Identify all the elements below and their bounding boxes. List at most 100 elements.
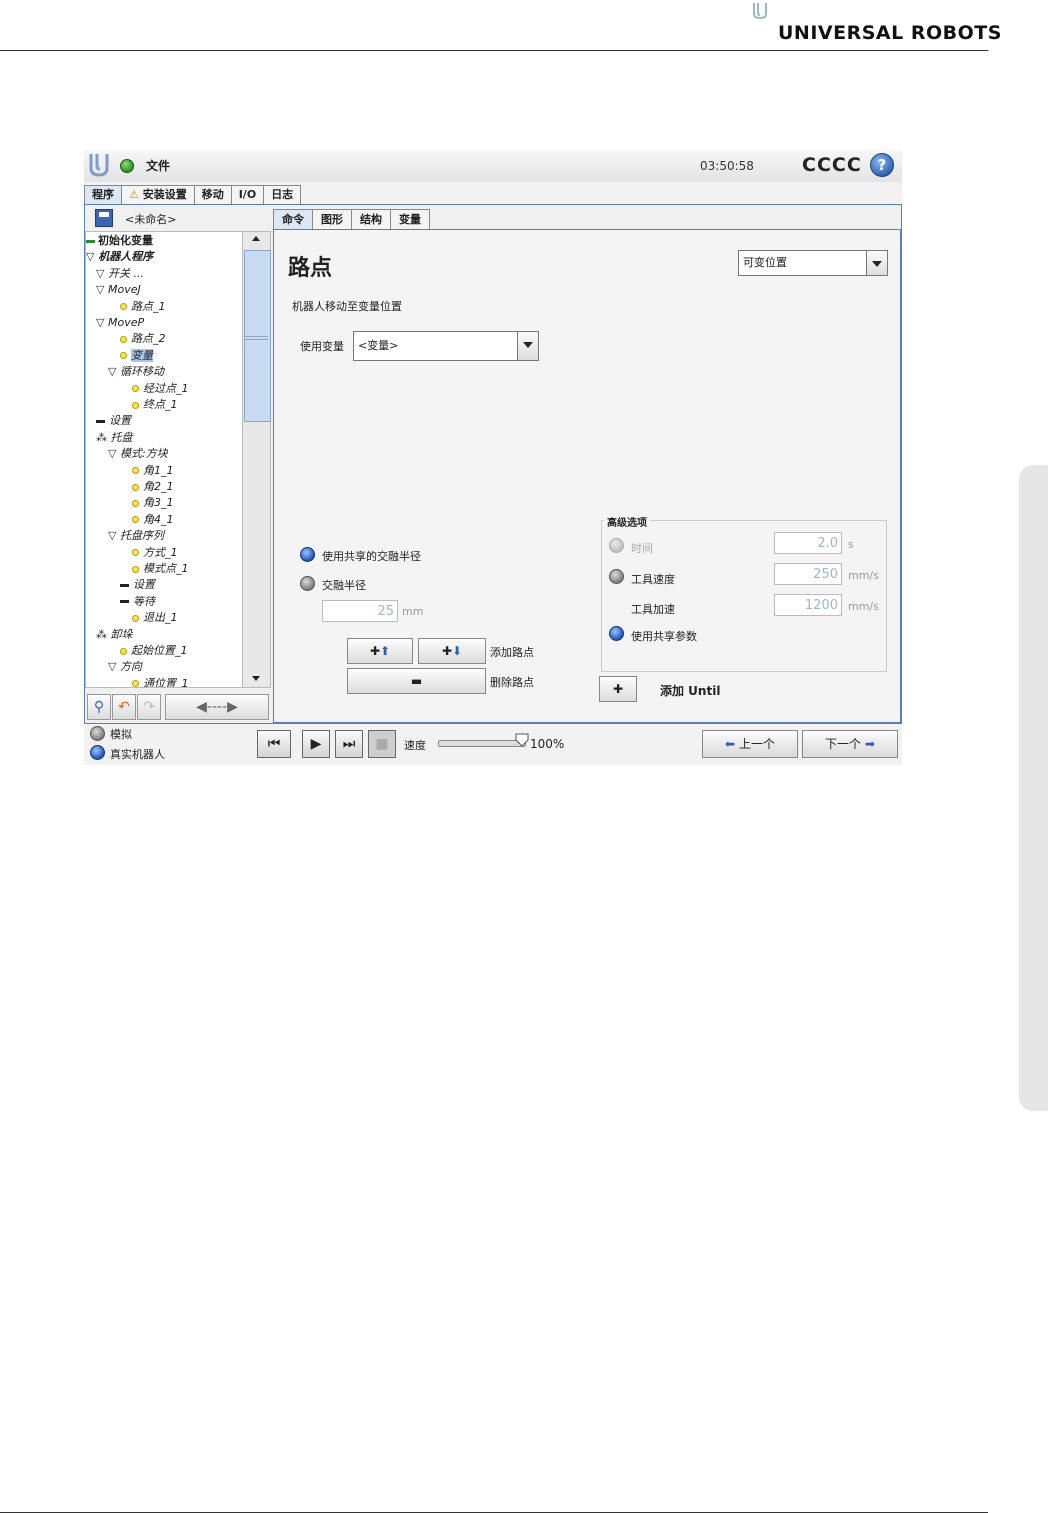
tree-node[interactable]: 模式点_1 [132, 561, 189, 577]
subtab-variables[interactable]: 变量 [390, 209, 430, 229]
subtab-command[interactable]: 命令 [273, 209, 313, 229]
undo-icon[interactable]: ↶ [112, 694, 136, 720]
time-label: 时间 [631, 542, 653, 555]
tree-node[interactable]: 路点_1 [120, 299, 166, 315]
help-icon[interactable]: ? [870, 153, 894, 177]
waypoint-type-select[interactable]: 可变位置 [738, 250, 888, 276]
previous-button[interactable]: ⬅ 上一个 [702, 730, 798, 758]
sub-tabs: 命令 图形 结构 变量 [273, 209, 430, 229]
add-after-button[interactable]: ✚⬇ [418, 638, 486, 664]
tree-node[interactable]: 方式_1 [132, 545, 178, 561]
tree-node[interactable]: ▽ 循环移动 [108, 364, 164, 380]
tree-node-label: 路点_1 [131, 299, 166, 313]
program-tree[interactable]: 初始化变量 ▽ 机器人程序 ▽ 开关 ... ▽ MoveJ 路点_1 ▽ MoveP 路点… [85, 231, 243, 688]
tree-node[interactable]: ▽ 机器人程序 [86, 249, 153, 265]
expand-triangle-icon: ▽ [108, 660, 120, 674]
tab-move[interactable]: 移动 [193, 185, 232, 204]
shared-blend-radio[interactable] [300, 547, 315, 562]
tab-installation[interactable]: ⚠ 安装设置 [121, 185, 195, 204]
tree-node[interactable]: 设置 [120, 577, 155, 593]
tree-node[interactable]: ▽ 模式:方块 [108, 446, 168, 462]
main-tabs: 程序 ⚠ 安装设置 移动 I/O 日志 [84, 185, 302, 204]
rewind-icon[interactable]: ⏮ [257, 730, 291, 758]
tree-node[interactable]: 经过点_1 [132, 381, 189, 397]
redo-icon[interactable]: ↷ [137, 694, 161, 720]
advanced-options-title: 高级选项 [604, 514, 650, 529]
tree-node[interactable]: 通位置_1 [132, 676, 189, 688]
scroll-down-icon[interactable] [252, 676, 260, 681]
real-robot-radio[interactable] [90, 745, 105, 760]
time-radio[interactable] [609, 538, 624, 553]
blend-radius-unit: mm [402, 605, 424, 618]
tree-node[interactable]: 角2_1 [132, 479, 174, 495]
waypoint-dot-icon [132, 401, 139, 409]
tree-node-label: 设置 [133, 578, 155, 592]
tool-speed-field[interactable]: 250 [774, 563, 842, 585]
tree-node[interactable]: ▽ 开关 ... [96, 266, 144, 282]
speed-slider[interactable] [438, 740, 526, 747]
tree-node[interactable]: 等待 [120, 594, 155, 610]
tree-node[interactable]: 路点_2 [120, 331, 166, 347]
file-menu[interactable]: 文件 [146, 157, 170, 174]
tree-node[interactable]: ⁂ 卸垛 [96, 627, 133, 643]
ur-logo-icon[interactable] [88, 152, 110, 178]
speed-value: 100% [530, 737, 565, 751]
next-button[interactable]: 下一个 ➡ [802, 730, 898, 758]
tree-node[interactable]: 角3_1 [132, 495, 174, 511]
waypoint-dot-icon [132, 467, 139, 475]
tree-node[interactable]: 起始位置_1 [120, 643, 188, 659]
tree-node[interactable]: 角4_1 [132, 512, 174, 528]
time-field[interactable]: 2.0 [774, 532, 842, 554]
search-icon[interactable]: ⚲ [87, 694, 111, 720]
expand-triangle-icon: ▽ [96, 283, 108, 297]
subtab-structure[interactable]: 结构 [351, 209, 391, 229]
tool-speed-radio[interactable] [609, 569, 624, 584]
save-icon[interactable] [95, 209, 113, 227]
expand-triangle-icon: ▽ [108, 365, 120, 379]
tree-node[interactable]: ⁂ 托盘 [96, 430, 133, 446]
tree-node[interactable]: 初始化变量 [86, 233, 153, 249]
tab-log[interactable]: 日志 [263, 185, 302, 204]
cut-move-icon[interactable]: ◀----▶ [165, 694, 269, 720]
tab-label: 程序 [92, 188, 114, 201]
tree-node[interactable]: 终点_1 [132, 397, 178, 413]
blend-radius-field[interactable]: 25 [322, 600, 398, 622]
tool-accel-field[interactable]: 1200 [774, 594, 842, 616]
tree-node[interactable]: 变量 [120, 348, 153, 364]
content-frame: <未命名> 初始化变量 ▽ 机器人程序 ▽ 开关 ... ▽ MoveJ 路点_1 ▽ M… [84, 204, 902, 724]
tree-node[interactable]: 退出_1 [132, 610, 178, 626]
tree-node[interactable]: 角1_1 [132, 463, 174, 479]
step-icon[interactable]: ⏭ [335, 730, 363, 758]
shared-params-label: 使用共享参数 [631, 630, 697, 643]
add-before-button[interactable]: ✚⬆ [347, 638, 413, 664]
stop-icon[interactable]: ■ [368, 730, 396, 758]
tool-accel-unit: mm/s [848, 600, 879, 613]
tree-node[interactable]: 设置 [96, 413, 131, 429]
add-until-button[interactable]: ✚ [599, 676, 637, 702]
simulation-radio[interactable] [90, 726, 105, 741]
tree-node[interactable]: ▽ MoveP [96, 315, 144, 331]
play-icon[interactable]: ▶ [302, 730, 330, 758]
tree-node[interactable]: ▽ 方向 [108, 659, 142, 675]
delete-waypoint-button[interactable]: ▬ [347, 668, 486, 694]
top-bar: 文件 03:50:58 CCCC ? [84, 150, 902, 182]
tab-io[interactable]: I/O [230, 185, 265, 204]
tree-node-label: 方式_1 [143, 545, 178, 559]
subtab-graphics[interactable]: 图形 [312, 209, 352, 229]
tree-node-label: 循环移动 [119, 365, 164, 379]
tree-node-label: 角1_1 [143, 463, 174, 477]
polyscope-window: 文件 03:50:58 CCCC ? 程序 ⚠ 安装设置 移动 I/O 日志 <… [84, 150, 902, 765]
init-variables-icon [86, 239, 95, 243]
speed-slider-handle[interactable] [515, 733, 529, 747]
tree-node-label: 通位置_1 [143, 676, 189, 688]
shared-params-radio[interactable] [609, 626, 624, 641]
tab-program[interactable]: 程序 [84, 185, 122, 204]
use-variable-select[interactable]: <变量> [353, 331, 539, 361]
side-tab [1019, 465, 1048, 1111]
waypoint-dot-icon [120, 335, 127, 343]
tree-node[interactable]: ▽ 托盘序列 [108, 528, 164, 544]
blend-radius-radio[interactable] [300, 576, 315, 591]
tree-node[interactable]: ▽ MoveJ [96, 282, 141, 298]
tree-scrollbar[interactable] [242, 231, 271, 688]
scroll-up-icon[interactable] [252, 236, 260, 241]
